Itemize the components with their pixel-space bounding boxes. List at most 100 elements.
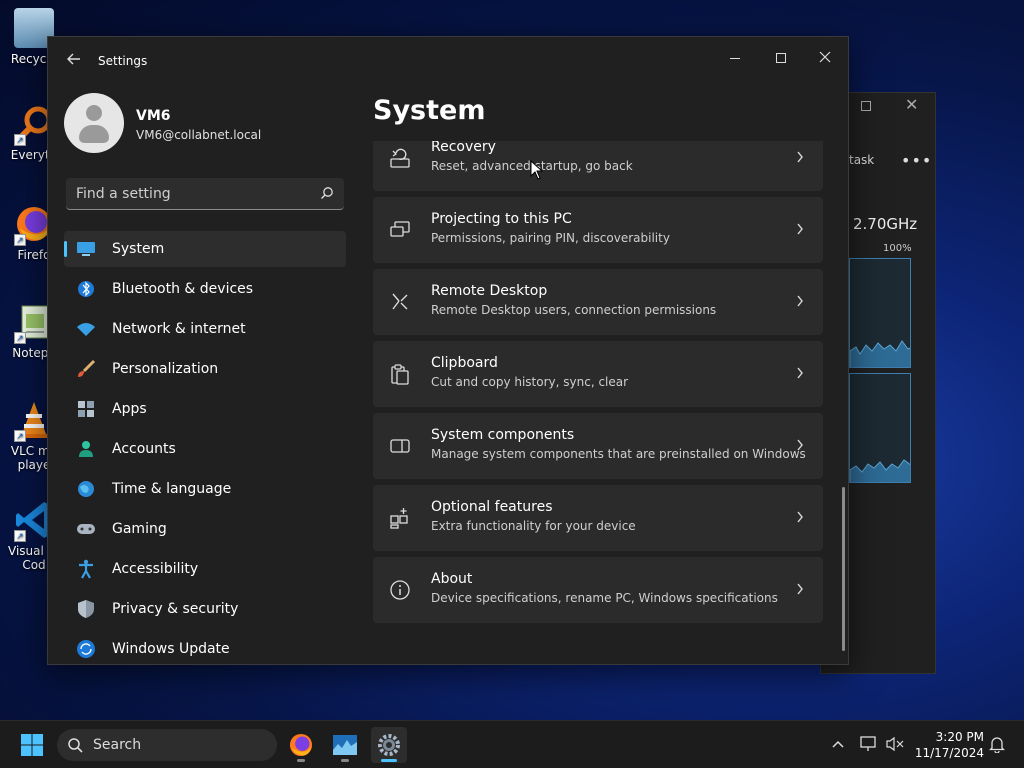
notification-bell-icon <box>989 737 1005 753</box>
sidebar-item-windows-update[interactable]: Windows Update <box>64 631 346 667</box>
info-icon <box>390 580 410 600</box>
sidebar-item-gaming[interactable]: Gaming <box>64 511 346 547</box>
taskbar-app-settings[interactable] <box>371 727 407 763</box>
sidebar-item-label: Accessibility <box>112 561 199 577</box>
card-title: Remote Desktop <box>431 283 548 299</box>
back-button[interactable] <box>64 51 84 71</box>
card-title: Optional features <box>431 499 553 515</box>
settings-card-clipboard[interactable]: Clipboard Cut and copy history, sync, cl… <box>373 341 823 407</box>
page-title: System <box>373 95 486 126</box>
search-icon[interactable] <box>320 186 334 200</box>
user-email: VM6@collabnet.local <box>136 128 262 142</box>
volume-button[interactable] <box>884 733 906 755</box>
sidebar-item-system[interactable]: System <box>64 231 346 267</box>
find-setting-box[interactable] <box>66 178 344 210</box>
maximize-button[interactable] <box>758 43 804 73</box>
sidebar-item-bluetooth[interactable]: Bluetooth & devices <box>64 271 346 307</box>
show-hidden-icons-button[interactable] <box>827 733 849 755</box>
card-title: About <box>431 571 473 587</box>
card-title: Clipboard <box>431 355 498 371</box>
shortcut-arrow-icon: ↗ <box>14 430 26 442</box>
taskbar-clock[interactable]: 3:20 PM 11/17/2024 <box>912 729 984 761</box>
settings-content[interactable]: Recovery Reset, advanced startup, go bac… <box>373 141 825 649</box>
task-manager-icon <box>333 735 357 755</box>
chevron-right-icon <box>797 367 803 379</box>
sidebar-item-network[interactable]: Network & internet <box>64 311 346 347</box>
mouse-cursor-icon <box>530 160 544 180</box>
avatar <box>64 93 124 153</box>
run-new-task-button[interactable]: task <box>849 153 874 167</box>
sidebar-item-label: Network & internet <box>112 321 246 337</box>
settings-card-projecting[interactable]: Projecting to this PC Permissions, pairi… <box>373 197 823 263</box>
settings-card-system-components[interactable]: System components Manage system componen… <box>373 413 823 479</box>
card-title: Recovery <box>431 141 496 155</box>
minimize-icon <box>730 57 740 59</box>
sidebar-item-accounts[interactable]: Accounts <box>64 431 346 467</box>
more-options-icon[interactable]: ••• <box>901 151 932 170</box>
sidebar-item-label: Privacy & security <box>112 601 239 617</box>
cpu-speed: 2.70GHz <box>853 215 918 233</box>
time-language-icon <box>76 479 96 499</box>
chevron-up-icon <box>832 740 844 748</box>
window-title: Settings <box>98 54 148 68</box>
settings-card-recovery[interactable]: Recovery Reset, advanced startup, go bac… <box>373 141 823 191</box>
shortcut-arrow-icon: ↗ <box>14 134 26 146</box>
privacy-icon <box>76 599 96 619</box>
sidebar-item-time-language[interactable]: Time & language <box>64 471 346 507</box>
maximize-icon[interactable] <box>861 101 871 111</box>
taskbar: Search 3:20 PM 11/17/2024 <box>0 720 1024 768</box>
sidebar-item-apps[interactable]: Apps <box>64 391 346 427</box>
settings-card-about[interactable]: About Device specifications, rename PC, … <box>373 557 823 623</box>
sidebar-item-personalization[interactable]: Personalization <box>64 351 346 387</box>
sidebar-nav: System Bluetooth & devices Network & int… <box>64 231 346 671</box>
settings-gear-icon <box>378 734 400 756</box>
cpu-graph <box>849 258 911 368</box>
accounts-icon <box>76 439 96 459</box>
firefox-icon <box>289 733 313 757</box>
clock-date: 11/17/2024 <box>914 746 984 760</box>
settings-titlebar[interactable]: Settings <box>48 37 848 85</box>
content-scrollbar[interactable] <box>842 487 845 651</box>
card-description: Extra functionality for your device <box>431 519 636 533</box>
bluetooth-icon <box>76 279 96 299</box>
taskbar-app-firefox[interactable] <box>283 727 319 763</box>
projecting-icon <box>390 221 410 237</box>
close-icon[interactable]: ✕ <box>905 95 918 114</box>
settings-card-optional-features[interactable]: Optional features Extra functionality fo… <box>373 485 823 551</box>
shortcut-arrow-icon: ↗ <box>14 530 26 542</box>
card-description: Cut and copy history, sync, clear <box>431 375 629 389</box>
recovery-icon <box>390 148 410 168</box>
settings-window[interactable]: Settings VM6 VM6@collabnet.local System … <box>47 36 849 665</box>
sidebar-item-label: System <box>112 241 165 257</box>
graph-max-label: 100% <box>883 243 912 254</box>
sidebar-item-label: Windows Update <box>112 641 230 657</box>
back-arrow-icon <box>67 53 80 65</box>
volume-muted-icon <box>886 736 904 752</box>
search-input[interactable] <box>66 178 306 209</box>
card-title: System components <box>431 427 575 443</box>
chevron-right-icon <box>797 223 803 235</box>
minimize-button[interactable] <box>712 43 758 73</box>
user-profile[interactable]: VM6 VM6@collabnet.local <box>64 93 354 157</box>
network-status-button[interactable] <box>858 733 880 755</box>
chevron-right-icon <box>797 511 803 523</box>
sidebar-item-accessibility[interactable]: Accessibility <box>64 551 346 587</box>
taskbar-app-task-manager[interactable] <box>327 727 363 763</box>
card-description: Manage system components that are preins… <box>431 447 806 461</box>
maximize-icon <box>776 53 786 63</box>
personalization-icon <box>76 359 96 379</box>
chevron-right-icon <box>797 583 803 595</box>
taskbar-search[interactable]: Search <box>57 729 277 761</box>
sidebar-item-label: Personalization <box>112 361 219 377</box>
network-icon <box>76 319 96 339</box>
windows-start-icon[interactable] <box>20 733 44 757</box>
close-button[interactable] <box>802 43 848 73</box>
settings-card-remote-desktop[interactable]: Remote Desktop Remote Desktop users, con… <box>373 269 823 335</box>
accessibility-icon <box>76 559 96 579</box>
windows-update-icon <box>76 639 96 659</box>
apps-icon <box>76 399 96 419</box>
clipboard-icon <box>391 364 409 385</box>
notifications-button[interactable] <box>986 733 1008 755</box>
sidebar-item-label: Gaming <box>112 521 167 537</box>
sidebar-item-privacy-security[interactable]: Privacy & security <box>64 591 346 627</box>
